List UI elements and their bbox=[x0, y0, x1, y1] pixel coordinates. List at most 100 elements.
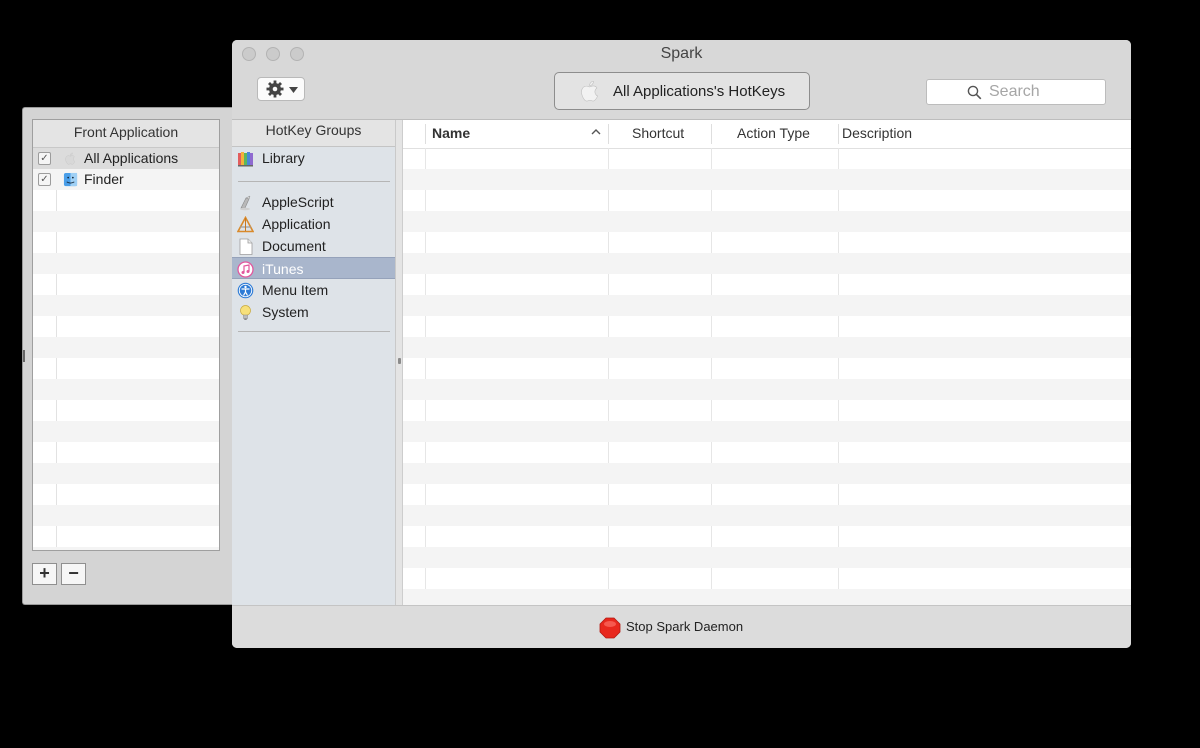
empty-row bbox=[33, 421, 219, 442]
empty-row bbox=[33, 274, 219, 295]
sidebar-item-library[interactable]: Library bbox=[232, 147, 395, 169]
application-selector-button[interactable]: All Applications's HotKeys bbox=[554, 72, 810, 110]
empty-row bbox=[33, 316, 219, 337]
empty-row bbox=[33, 295, 219, 316]
empty-row bbox=[33, 379, 219, 400]
empty-row bbox=[403, 190, 1131, 211]
sidebar-item-label: Application bbox=[262, 216, 331, 232]
splitter-handle bbox=[398, 358, 401, 364]
hotkeys-table: Name Shortcut Action Type Description bbox=[403, 120, 1131, 605]
sidebar-item-system[interactable]: System bbox=[232, 301, 395, 323]
empty-row bbox=[33, 505, 219, 526]
sidebar-item-itunes[interactable]: iTunes bbox=[232, 257, 395, 279]
empty-row bbox=[403, 379, 1131, 400]
hotkey-groups-sidebar: HotKey Groups Library AppleScript Applic… bbox=[232, 120, 396, 605]
sidebar-item-label: AppleScript bbox=[262, 194, 334, 210]
list-item-all-applications[interactable]: ✓ All Applications bbox=[33, 148, 219, 169]
empty-row bbox=[403, 589, 1131, 605]
empty-row bbox=[403, 442, 1131, 463]
search-icon bbox=[967, 85, 982, 100]
sidebar-item-label: iTunes bbox=[262, 261, 304, 277]
lightbulb-icon bbox=[240, 305, 251, 320]
sidebar-item-document[interactable]: Document bbox=[232, 235, 395, 257]
sidebar-item-applescript[interactable]: AppleScript bbox=[232, 191, 395, 213]
front-application-drawer: Front Application ✓ All Applications ✓ F… bbox=[22, 107, 234, 605]
sort-ascending-icon bbox=[591, 129, 601, 135]
hotkey-groups-header: HotKey Groups bbox=[232, 120, 395, 147]
table-header: Name Shortcut Action Type Description bbox=[403, 120, 1131, 149]
empty-row bbox=[33, 211, 219, 232]
checkbox-all-applications[interactable]: ✓ bbox=[38, 152, 51, 165]
empty-row bbox=[403, 421, 1131, 442]
sidebar-item-application[interactable]: Application bbox=[232, 213, 395, 235]
sidebar-separator bbox=[238, 331, 390, 332]
empty-row bbox=[403, 148, 1131, 169]
checkbox-finder[interactable]: ✓ bbox=[38, 173, 51, 186]
column-divider bbox=[711, 124, 712, 144]
spark-window: Spark All Applications's HotKeys Search … bbox=[232, 40, 1131, 648]
window-title: Spark bbox=[660, 45, 703, 62]
empty-row bbox=[403, 211, 1131, 232]
empty-row bbox=[403, 400, 1131, 421]
column-header-action-type[interactable]: Action Type bbox=[737, 120, 810, 148]
document-icon bbox=[239, 238, 253, 255]
accessibility-icon bbox=[237, 282, 254, 299]
remove-application-button[interactable]: − bbox=[61, 563, 86, 585]
sidebar-splitter[interactable] bbox=[396, 120, 403, 605]
empty-row bbox=[33, 463, 219, 484]
apple-icon bbox=[65, 152, 76, 165]
library-icon bbox=[238, 152, 253, 167]
itunes-icon bbox=[237, 261, 254, 278]
sidebar-item-label: Library bbox=[262, 150, 305, 166]
empty-row bbox=[403, 316, 1131, 337]
empty-row bbox=[33, 484, 219, 505]
empty-row bbox=[33, 526, 219, 547]
column-header-description[interactable]: Description bbox=[842, 120, 912, 148]
column-header-shortcut[interactable]: Shortcut bbox=[632, 120, 684, 148]
sidebar-item-label: Document bbox=[262, 238, 326, 254]
column-divider bbox=[838, 124, 839, 144]
sidebar-item-menu-item[interactable]: Menu Item bbox=[232, 279, 395, 301]
bottom-bar: Stop Spark Daemon bbox=[232, 605, 1131, 648]
sidebar-item-label: System bbox=[262, 304, 309, 320]
empty-row bbox=[33, 547, 219, 550]
empty-row bbox=[403, 295, 1131, 316]
empty-row bbox=[403, 505, 1131, 526]
front-application-list: Front Application ✓ All Applications ✓ F… bbox=[32, 119, 220, 551]
column-divider bbox=[425, 124, 426, 144]
add-application-button[interactable]: + bbox=[32, 563, 57, 585]
chevron-down-icon bbox=[289, 87, 298, 93]
empty-row bbox=[33, 232, 219, 253]
applescript-icon bbox=[240, 195, 251, 211]
empty-row bbox=[403, 547, 1131, 568]
application-icon bbox=[237, 216, 254, 233]
front-application-header[interactable]: Front Application bbox=[33, 120, 219, 148]
finder-icon bbox=[63, 172, 78, 187]
drawer-resize-grip[interactable] bbox=[23, 350, 25, 362]
column-header-name[interactable]: Name bbox=[432, 120, 470, 148]
sidebar-item-label: Menu Item bbox=[262, 282, 329, 298]
stop-spark-daemon-label: Stop Spark Daemon bbox=[626, 619, 744, 634]
search-field[interactable] bbox=[926, 79, 1106, 105]
empty-row bbox=[403, 568, 1131, 589]
application-selector-label: All Applications's HotKeys bbox=[613, 83, 786, 100]
list-item-finder[interactable]: ✓ Finder bbox=[33, 169, 219, 190]
empty-row bbox=[403, 463, 1131, 484]
sidebar-separator bbox=[238, 181, 390, 182]
empty-row bbox=[33, 190, 219, 211]
column-divider bbox=[608, 124, 609, 144]
empty-row bbox=[403, 358, 1131, 379]
search-input[interactable] bbox=[989, 82, 1099, 102]
empty-row bbox=[403, 253, 1131, 274]
list-item-label: All Applications bbox=[84, 150, 179, 166]
list-item-label: Finder bbox=[84, 171, 124, 187]
front-application-rows: ✓ All Applications ✓ Finder bbox=[33, 148, 219, 550]
empty-row bbox=[403, 484, 1131, 505]
titlebar: Spark All Applications's HotKeys bbox=[232, 40, 1131, 120]
action-menu-button[interactable] bbox=[257, 77, 305, 101]
empty-row bbox=[33, 358, 219, 379]
empty-row bbox=[403, 337, 1131, 358]
empty-row bbox=[33, 337, 219, 358]
empty-row bbox=[403, 232, 1131, 253]
empty-row bbox=[403, 526, 1131, 547]
